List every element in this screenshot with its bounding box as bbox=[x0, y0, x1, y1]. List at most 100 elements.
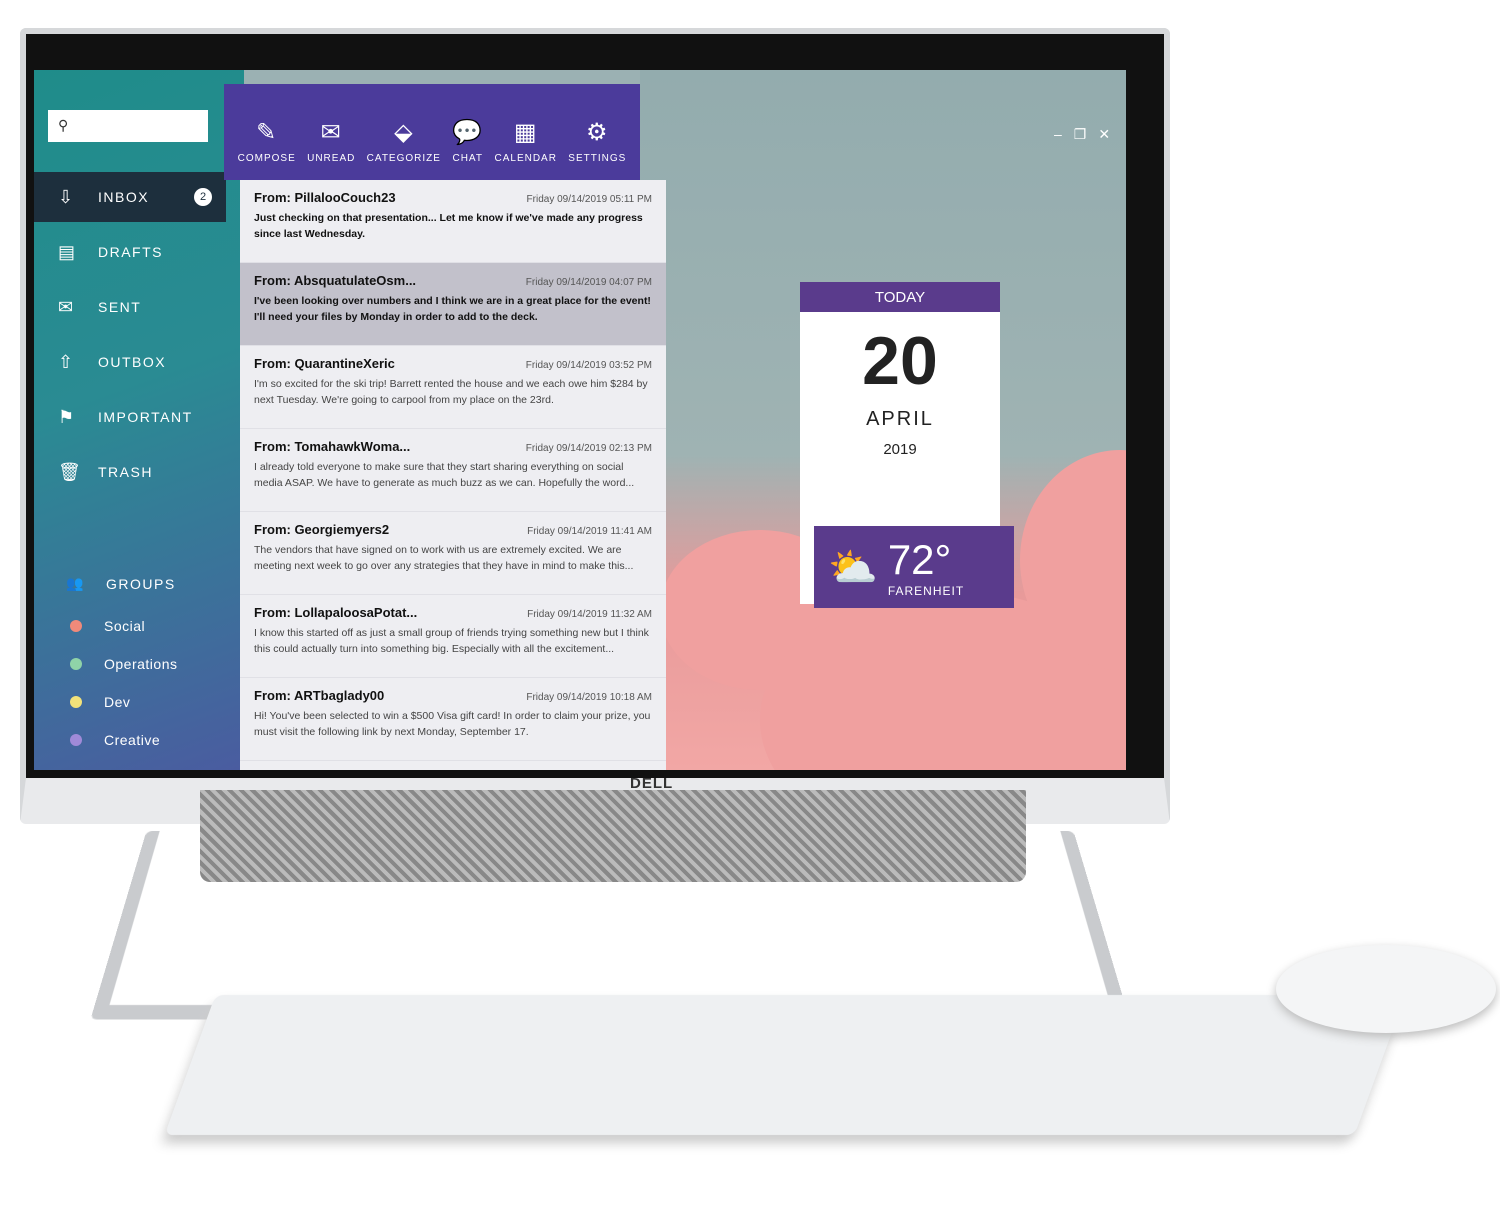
chat-button[interactable]: 💬 CHAT bbox=[452, 118, 483, 164]
chat-icon: 💬 bbox=[452, 119, 484, 146]
mail-preview: I already told everyone to make sure tha… bbox=[254, 461, 635, 489]
mail-preview: Just checking on that presentation... Le… bbox=[254, 212, 643, 240]
group-label: Social bbox=[104, 618, 146, 634]
mail-date: Friday 09/14/2019 02:13 PM bbox=[525, 443, 652, 454]
document-icon: ▤ bbox=[58, 241, 77, 262]
envelope-icon: ✉ bbox=[320, 119, 342, 146]
sidebar-item-label: IMPORTANT bbox=[98, 409, 193, 425]
mouse bbox=[1276, 945, 1496, 1033]
keyboard bbox=[164, 995, 1406, 1135]
flag-icon: ⚑ bbox=[58, 406, 76, 427]
mail-sender: From: LollapaloosaPotat... bbox=[254, 605, 418, 620]
toolbar-label: CATEGORIZE bbox=[366, 153, 441, 164]
settings-button[interactable]: ⚙ SETTINGS bbox=[568, 118, 626, 164]
group-item-operations[interactable]: Operations bbox=[70, 656, 177, 672]
inbox-icon: ⇩ bbox=[58, 186, 75, 207]
toolbar-label: COMPOSE bbox=[237, 153, 296, 164]
sidebar-item-outbox[interactable]: ⇧ OUTBOX bbox=[34, 337, 224, 387]
compose-button[interactable]: ✎ COMPOSE bbox=[238, 118, 296, 164]
toolbar-label: CALENDAR bbox=[494, 153, 557, 164]
toolbar-label: SETTINGS bbox=[568, 153, 627, 164]
color-dot bbox=[70, 734, 82, 746]
group-item-dev[interactable]: Dev bbox=[70, 694, 130, 710]
mail-item[interactable]: From: Georgiemyers2 Friday 09/14/2019 11:… bbox=[240, 512, 666, 595]
tag-icon: ⬙ bbox=[394, 119, 414, 146]
mail-sender: From: AbsquatulateOsm... bbox=[254, 273, 417, 288]
color-dot bbox=[70, 658, 82, 670]
group-label: Operations bbox=[104, 656, 178, 672]
mail-sender: From: Georgiemyers2 bbox=[254, 522, 390, 537]
mail-date: Friday 09/14/2019 11:41 AM bbox=[527, 526, 652, 537]
calendar-widget: TODAY 20 APRIL 2019 ⛅ 72° FARENHEIT bbox=[800, 282, 1014, 608]
mail-item[interactable]: From: LollapaloosaPotat... Friday 09/14/2… bbox=[240, 595, 666, 678]
temperature-unit: FARENHEIT bbox=[887, 584, 965, 598]
mail-item[interactable]: From: ARTbaglady00 Friday 09/14/2019 10:1… bbox=[240, 678, 666, 761]
mail-sender: From: PillalooCouch23 bbox=[254, 190, 396, 205]
calendar-button[interactable]: ▦ CALENDAR bbox=[494, 118, 556, 164]
mail-preview: Hi! You've been selected to win a $500 V… bbox=[254, 710, 651, 738]
toolbar-label: UNREAD bbox=[307, 153, 356, 164]
toolbar: ✎ COMPOSE ✉ UNREAD ⬙ CATEGORIZE 💬 CHAT ▦ CALE… bbox=[224, 84, 640, 180]
wallpaper-window-controls[interactable]: –❐✕ bbox=[1054, 126, 1122, 143]
group-label: Dev bbox=[104, 694, 131, 710]
group-item-social[interactable]: Social bbox=[70, 618, 145, 634]
people-icon: 👥 bbox=[66, 575, 85, 591]
mail-preview: I'm so excited for the ski trip! Barrett… bbox=[254, 378, 648, 406]
sidebar: ⚲ ⇩ INBOX 2 ▤ DRAFTS ✉ SENT ⇧ OUTBOX ⚑ IMPORTA… bbox=[34, 70, 244, 770]
sidebar-item-important[interactable]: ⚑ IMPORTANT bbox=[34, 392, 224, 442]
sidebar-item-trash[interactable]: 🗑 TRASH bbox=[34, 447, 224, 497]
mail-preview: I've been looking over numbers and I thi… bbox=[254, 295, 651, 323]
temperature: 72° bbox=[887, 536, 952, 583]
mail-item[interactable]: From: PillalooCouch23 Friday 09/14/2019 0… bbox=[240, 180, 666, 263]
search-input[interactable]: ⚲ bbox=[48, 110, 208, 142]
mail-date: Friday 09/14/2019 10:18 AM bbox=[526, 692, 652, 703]
unread-badge: 2 bbox=[194, 188, 212, 206]
mail-item[interactable]: From: TomahawkWoma... Friday 09/14/2019 0… bbox=[240, 429, 666, 512]
group-label: Creative bbox=[104, 732, 161, 748]
close-button[interactable]: ✕ bbox=[1098, 126, 1122, 142]
mail-sender: From: QuarantineXeric bbox=[254, 356, 395, 371]
mail-item[interactable]: From: AbsquatulateOsm... Friday 09/14/201… bbox=[240, 263, 666, 346]
sidebar-item-drafts[interactable]: ▤ DRAFTS bbox=[34, 227, 224, 277]
search-icon: ⚲ bbox=[58, 117, 69, 133]
trash-icon: 🗑 bbox=[58, 461, 83, 482]
outbox-icon: ⇧ bbox=[58, 351, 75, 372]
sent-mail-icon: ✉ bbox=[58, 296, 75, 317]
partly-cloudy-icon: ⛅ bbox=[828, 545, 878, 590]
calendar-month: APRIL bbox=[866, 408, 934, 430]
calendar-icon: ▦ bbox=[513, 119, 538, 146]
mail-list: From: PillalooCouch23 Friday 09/14/2019 0… bbox=[240, 180, 666, 770]
sidebar-item-label: DRAFTS bbox=[98, 244, 163, 260]
mail-date: Friday 09/14/2019 03:52 PM bbox=[525, 360, 652, 371]
mail-date: Friday 09/14/2019 11:32 AM bbox=[527, 609, 652, 620]
sidebar-item-label: OUTBOX bbox=[98, 354, 167, 370]
mail-sender: From: TomahawkWoma... bbox=[254, 439, 411, 454]
restore-button[interactable]: ❐ bbox=[1074, 126, 1099, 142]
unread-button[interactable]: ✉ UNREAD bbox=[307, 118, 355, 164]
sidebar-item-label: SENT bbox=[98, 299, 142, 315]
groups-label: GROUPS bbox=[106, 575, 176, 592]
calendar-header: TODAY bbox=[800, 282, 1000, 312]
mail-preview: The vendors that have signed on to work … bbox=[254, 544, 634, 572]
calendar-day: 20 bbox=[862, 323, 938, 399]
mail-item[interactable]: From: QuarantineXeric Friday 09/14/2019 0… bbox=[240, 346, 666, 429]
sidebar-item-label: TRASH bbox=[98, 464, 153, 480]
color-dot bbox=[70, 696, 82, 708]
sidebar-item-inbox[interactable]: ⇩ INBOX 2 bbox=[34, 172, 226, 222]
pencil-icon: ✎ bbox=[256, 119, 278, 146]
weather-widget: ⛅ 72° FARENHEIT bbox=[814, 526, 1014, 608]
screen: –❐✕ –❐✕ ⚲ ⇩ INBOX 2 ▤ DRAFTS ✉ SENT ⇧ OUTBOX … bbox=[34, 70, 1126, 770]
color-dot bbox=[70, 620, 82, 632]
sidebar-item-sent[interactable]: ✉ SENT bbox=[34, 282, 224, 332]
gear-icon: ⚙ bbox=[586, 119, 609, 146]
group-item-creative[interactable]: Creative bbox=[70, 732, 160, 748]
minimize-button[interactable]: – bbox=[1054, 126, 1074, 142]
mail-date: Friday 09/14/2019 05:11 PM bbox=[526, 194, 652, 205]
groups-header: 👥 GROUPS bbox=[66, 575, 176, 592]
sidebar-item-label: INBOX bbox=[98, 189, 150, 205]
mail-date: Friday 09/14/2019 04:07 PM bbox=[525, 277, 652, 288]
mail-preview: I know this started off as just a small … bbox=[254, 627, 649, 655]
mail-sender: From: ARTbaglady00 bbox=[254, 688, 385, 703]
monitor-stand bbox=[90, 831, 1130, 1020]
categorize-button[interactable]: ⬙ CATEGORIZE bbox=[367, 118, 441, 164]
